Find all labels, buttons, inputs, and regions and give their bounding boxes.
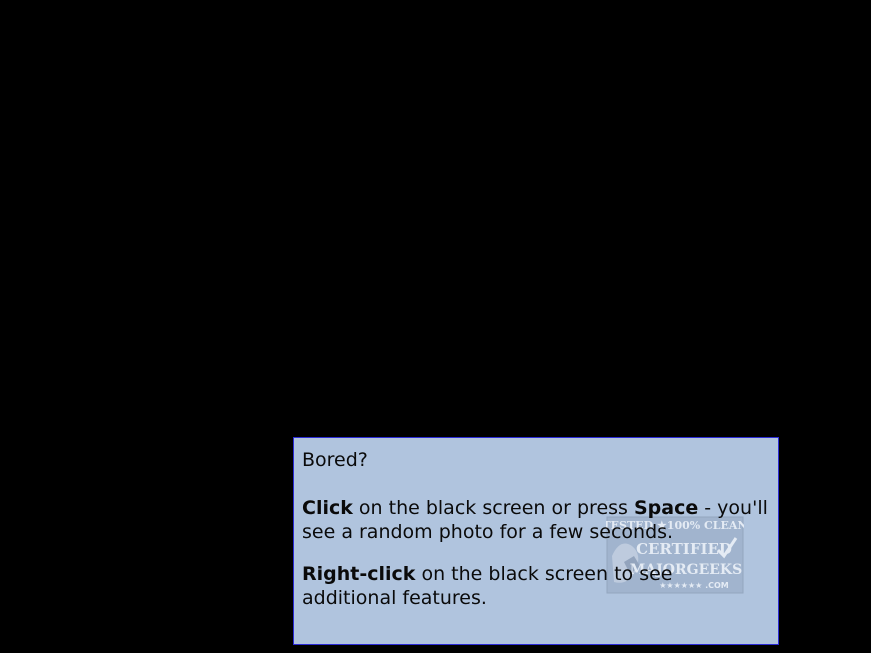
info-panel: Bored? Click on the black screen or pres… [293, 437, 779, 645]
right-click-keyword: Right-click [302, 563, 416, 585]
right-click-instructions: Right-click on the black screen to see a… [302, 562, 770, 610]
click-text-part1: on the black screen or press [352, 497, 634, 519]
click-instructions: Click on the black screen or press Space… [302, 496, 770, 544]
panel-title: Bored? [302, 449, 368, 471]
click-keyword: Click [302, 497, 353, 519]
space-keyword: Space [633, 497, 699, 519]
